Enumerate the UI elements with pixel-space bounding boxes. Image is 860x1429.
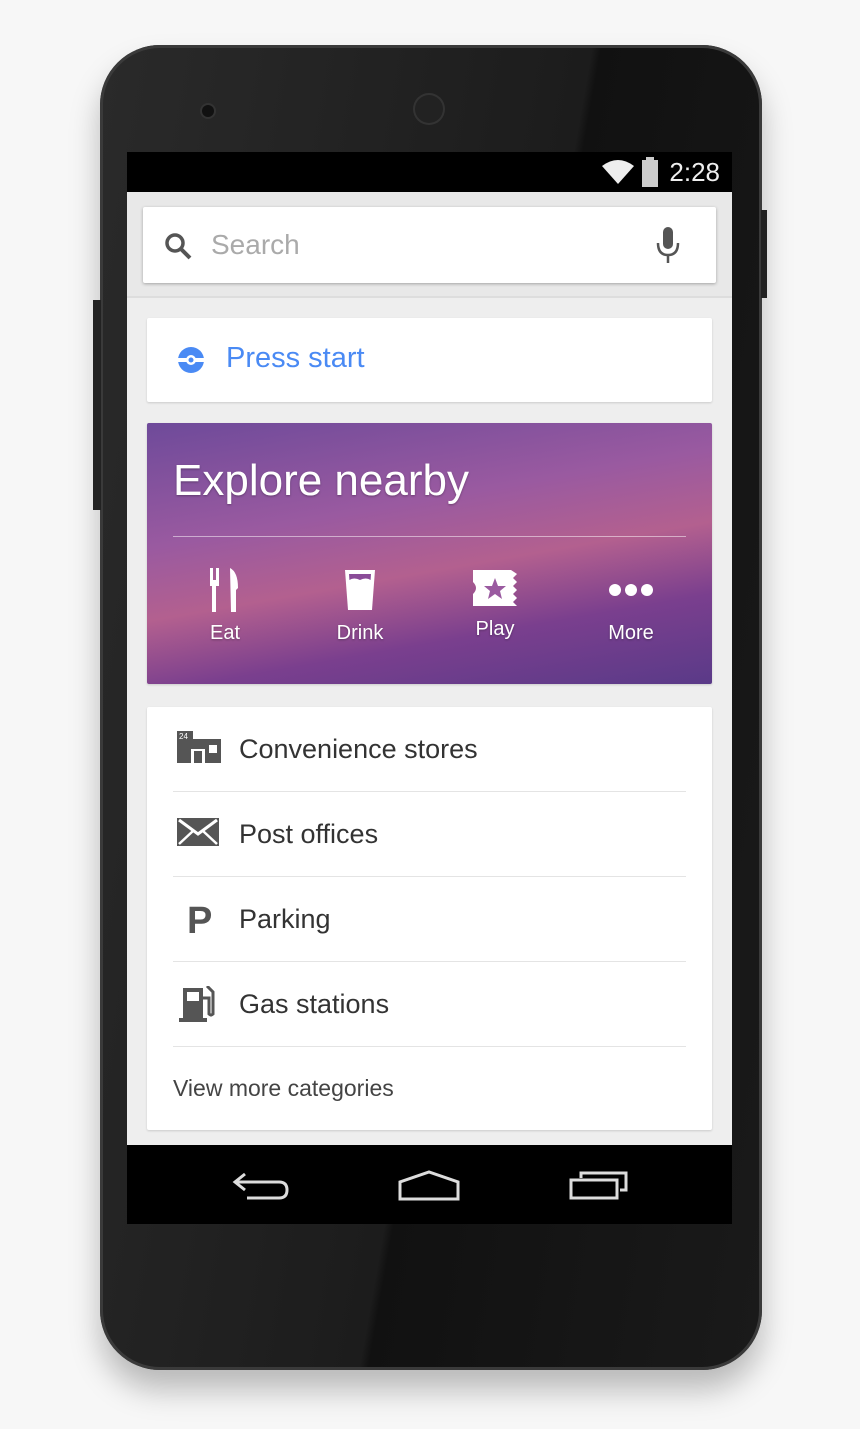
screen: 2:28 Search Press start Explore nearby E… bbox=[127, 152, 732, 1224]
recent-apps-icon[interactable] bbox=[569, 1170, 629, 1200]
gas-pump-icon bbox=[179, 986, 215, 1022]
explore-drink[interactable]: Drink bbox=[310, 568, 410, 645]
store-24-icon: 24 bbox=[177, 731, 221, 763]
explore-eat[interactable]: Eat bbox=[175, 568, 275, 645]
search-area: Search bbox=[127, 192, 732, 298]
volume-button bbox=[93, 300, 101, 510]
search-icon bbox=[165, 233, 192, 260]
search-input[interactable]: Search bbox=[143, 207, 716, 283]
press-start-label: Press start bbox=[226, 342, 365, 374]
view-more-categories-link[interactable]: View more categories bbox=[173, 1075, 394, 1102]
battery-icon bbox=[642, 157, 658, 187]
category-label: Post offices bbox=[239, 819, 379, 849]
categories-card: 24 Convenience stores Post offices P Par… bbox=[147, 707, 712, 1130]
category-label: Parking bbox=[239, 904, 331, 934]
clock: 2:28 bbox=[669, 157, 720, 187]
category-label: Convenience stores bbox=[239, 734, 478, 764]
pokeball-icon bbox=[177, 347, 205, 373]
wifi-icon bbox=[602, 160, 634, 184]
home-icon[interactable] bbox=[397, 1170, 461, 1202]
front-camera bbox=[202, 105, 214, 117]
glass-icon bbox=[345, 570, 375, 610]
explore-nearby-card: Explore nearby Eat Drink Play More bbox=[147, 423, 712, 684]
search-placeholder: Search bbox=[211, 229, 300, 260]
divider bbox=[173, 536, 686, 537]
category-label: Gas stations bbox=[239, 989, 390, 1019]
navigation-bar bbox=[127, 1145, 732, 1224]
press-start-card[interactable]: Press start bbox=[147, 318, 712, 402]
explore-more[interactable]: More bbox=[581, 568, 681, 645]
more-label: More bbox=[608, 622, 654, 644]
speaker-grille bbox=[415, 95, 443, 123]
ticket-star-icon bbox=[473, 570, 517, 606]
explore-title: Explore nearby bbox=[173, 456, 469, 505]
explore-play[interactable]: Play bbox=[445, 568, 545, 641]
parking-icon: P bbox=[187, 901, 212, 935]
svg-text:24: 24 bbox=[179, 732, 188, 741]
status-bar: 2:28 bbox=[127, 152, 732, 192]
envelope-icon bbox=[177, 818, 219, 846]
more-dots-icon bbox=[609, 584, 653, 596]
category-gas-stations[interactable]: Gas stations bbox=[173, 962, 686, 1047]
svg-text:P: P bbox=[187, 901, 212, 935]
play-label: Play bbox=[475, 618, 515, 640]
eat-label: Eat bbox=[209, 622, 241, 644]
category-convenience-stores[interactable]: 24 Convenience stores bbox=[173, 707, 686, 792]
back-icon[interactable] bbox=[231, 1170, 291, 1200]
category-parking[interactable]: P Parking bbox=[173, 877, 686, 962]
microphone-icon[interactable] bbox=[655, 227, 681, 263]
fork-knife-icon bbox=[210, 568, 238, 612]
category-post-offices[interactable]: Post offices bbox=[173, 792, 686, 877]
drink-label: Drink bbox=[336, 622, 384, 644]
power-button bbox=[761, 210, 767, 298]
